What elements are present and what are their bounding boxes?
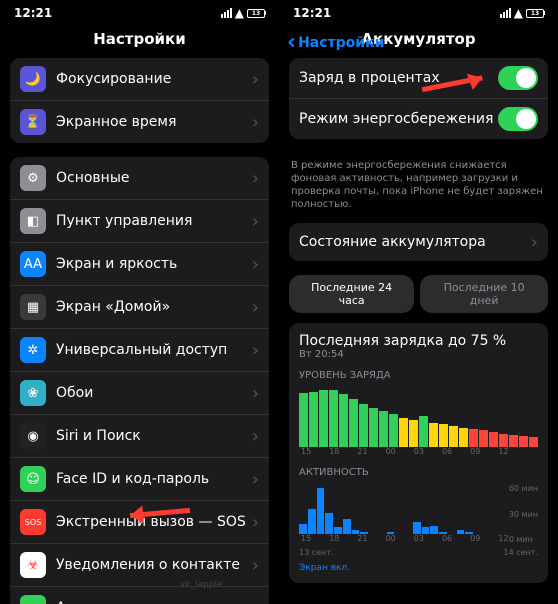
toggle-percent[interactable] xyxy=(498,66,538,90)
chevron-right-icon: › xyxy=(252,340,259,361)
row-icon: ⚙︎ xyxy=(20,165,46,191)
row-label: Экранное время xyxy=(56,114,252,130)
chevron-right-icon: › xyxy=(252,211,259,232)
chevron-right-icon: › xyxy=(252,297,259,318)
chevron-right-icon: › xyxy=(252,469,259,490)
chevron-right-icon: › xyxy=(252,383,259,404)
chevron-right-icon: › xyxy=(252,555,259,576)
status-bar: 12:21 ▲ 13 xyxy=(279,0,558,22)
wifi-icon: ▲ xyxy=(235,6,244,20)
settings-group-focus: 🌙Фокусирование›⏳Экранное время› xyxy=(10,58,269,143)
time-segment: Последние 24 часа Последние 10 дней xyxy=(279,275,558,323)
row-label: Экран «Домой» xyxy=(56,299,252,315)
settings-row[interactable]: ◉ Siri и Поиск› xyxy=(10,415,269,458)
row-health[interactable]: Состояние аккумулятора › xyxy=(289,223,548,261)
level-chart: 1518210003060912 xyxy=(299,387,538,457)
health-group: Состояние аккумулятора › xyxy=(289,223,548,261)
battery-screen: 12:21 ▲ 13 Настройки Аккумулятор Заряд в… xyxy=(279,0,558,604)
settings-row[interactable]: ▬ Аккумулятор› xyxy=(10,587,269,604)
row-icon: ❀ xyxy=(20,380,46,406)
row-label: Face ID и код-пароль xyxy=(56,471,252,487)
settings-row[interactable]: ⚙︎ Основные› xyxy=(10,157,269,200)
wifi-icon: ▲ xyxy=(514,6,523,20)
chevron-right-icon: › xyxy=(531,232,538,253)
battery-icon: 13 xyxy=(526,9,544,18)
settings-row[interactable]: ⏳ Экранное время› xyxy=(10,101,269,143)
row-label: Уведомления о контакте xyxy=(56,557,252,573)
settings-screen: 12:21 ▲ 13 Настройки 🌙Фокусирование›⏳Экр… xyxy=(0,0,279,604)
row-label: Аккумулятор xyxy=(56,600,252,604)
row-label: Экстренный вызов — SOS xyxy=(56,514,252,530)
seg-24h[interactable]: Последние 24 часа xyxy=(289,275,414,313)
row-icon: AA xyxy=(20,251,46,277)
row-label: Обои xyxy=(56,385,252,401)
activity-label: АКТИВНОСТЬ xyxy=(299,467,538,478)
activity-chart: 60 мин30 мин0 мин 1518210003060912 xyxy=(299,484,538,544)
row-icon: ◉ xyxy=(20,423,46,449)
chevron-right-icon: › xyxy=(252,168,259,189)
clock: 12:21 xyxy=(293,6,331,20)
chevron-right-icon: › xyxy=(252,112,259,133)
row-lowpower: Режим энергосбережения xyxy=(289,99,548,139)
row-label: Фокусирование xyxy=(56,71,252,87)
chevron-right-icon: › xyxy=(252,512,259,533)
row-icon: ☣ xyxy=(20,552,46,578)
settings-row[interactable]: ◧ Пункт управления› xyxy=(10,200,269,243)
screen-on-legend: Экран вкл. xyxy=(299,563,538,573)
row-icon: ⏳ xyxy=(20,109,46,135)
chevron-right-icon: › xyxy=(252,598,259,604)
chevron-right-icon: › xyxy=(252,254,259,275)
row-label: Пункт управления xyxy=(56,213,252,229)
row-icon: ▬ xyxy=(20,595,46,604)
row-icon: ✲ xyxy=(20,337,46,363)
toggle-lowpower[interactable] xyxy=(498,107,538,131)
settings-row[interactable]: ❀ Обои› xyxy=(10,372,269,415)
clock: 12:21 xyxy=(14,6,52,20)
row-label: Экран и яркость xyxy=(56,256,252,272)
row-label: Siri и Поиск xyxy=(56,428,252,444)
settings-row[interactable]: SOS Экстренный вызов — SOS› xyxy=(10,501,269,544)
status-bar: 12:21 ▲ 13 xyxy=(0,0,279,22)
back-button[interactable]: Настройки xyxy=(287,30,384,55)
settings-row[interactable]: ✲ Универсальный доступ› xyxy=(10,329,269,372)
last-charge-time: Вт 20:54 xyxy=(299,349,538,360)
signal-icon xyxy=(500,8,511,18)
settings-row[interactable]: ▦ Экран «Домой»› xyxy=(10,286,269,329)
chevron-right-icon: › xyxy=(252,69,259,90)
settings-row[interactable]: ☺ Face ID и код-пароль› xyxy=(10,458,269,501)
settings-row[interactable]: ☣ Уведомления о контакте› xyxy=(10,544,269,587)
battery-icon: 13 xyxy=(247,9,265,18)
row-label: Основные xyxy=(56,170,252,186)
row-icon: ◧ xyxy=(20,208,46,234)
row-icon: ▦ xyxy=(20,294,46,320)
usage-card: Последняя зарядка до 75 % Вт 20:54 УРОВЕ… xyxy=(289,323,548,583)
seg-10d[interactable]: Последние 10 дней xyxy=(420,275,548,313)
signal-icon xyxy=(221,8,232,18)
level-label: УРОВЕНЬ ЗАРЯДА xyxy=(299,370,538,381)
settings-row[interactable]: 🌙 Фокусирование› xyxy=(10,58,269,101)
chevron-right-icon: › xyxy=(252,426,259,447)
last-charge: Последняя зарядка до 75 % xyxy=(299,333,538,349)
page-title: Настройки xyxy=(0,22,279,58)
row-percent: Заряд в процентах xyxy=(289,58,548,99)
toggles-group: Заряд в процентах Режим энергосбережения xyxy=(289,58,548,139)
row-label: Универсальный доступ xyxy=(56,342,252,358)
row-icon: ☺ xyxy=(20,466,46,492)
watermark: vk_lapple xyxy=(180,580,223,590)
row-icon: SOS xyxy=(20,509,46,535)
row-icon: 🌙 xyxy=(20,66,46,92)
settings-group-general: ⚙︎Основные›◧Пункт управления›AAЭкран и я… xyxy=(10,157,269,604)
settings-row[interactable]: AA Экран и яркость› xyxy=(10,243,269,286)
lowpower-note: В режиме энергосбережения снижается фоно… xyxy=(279,153,558,223)
